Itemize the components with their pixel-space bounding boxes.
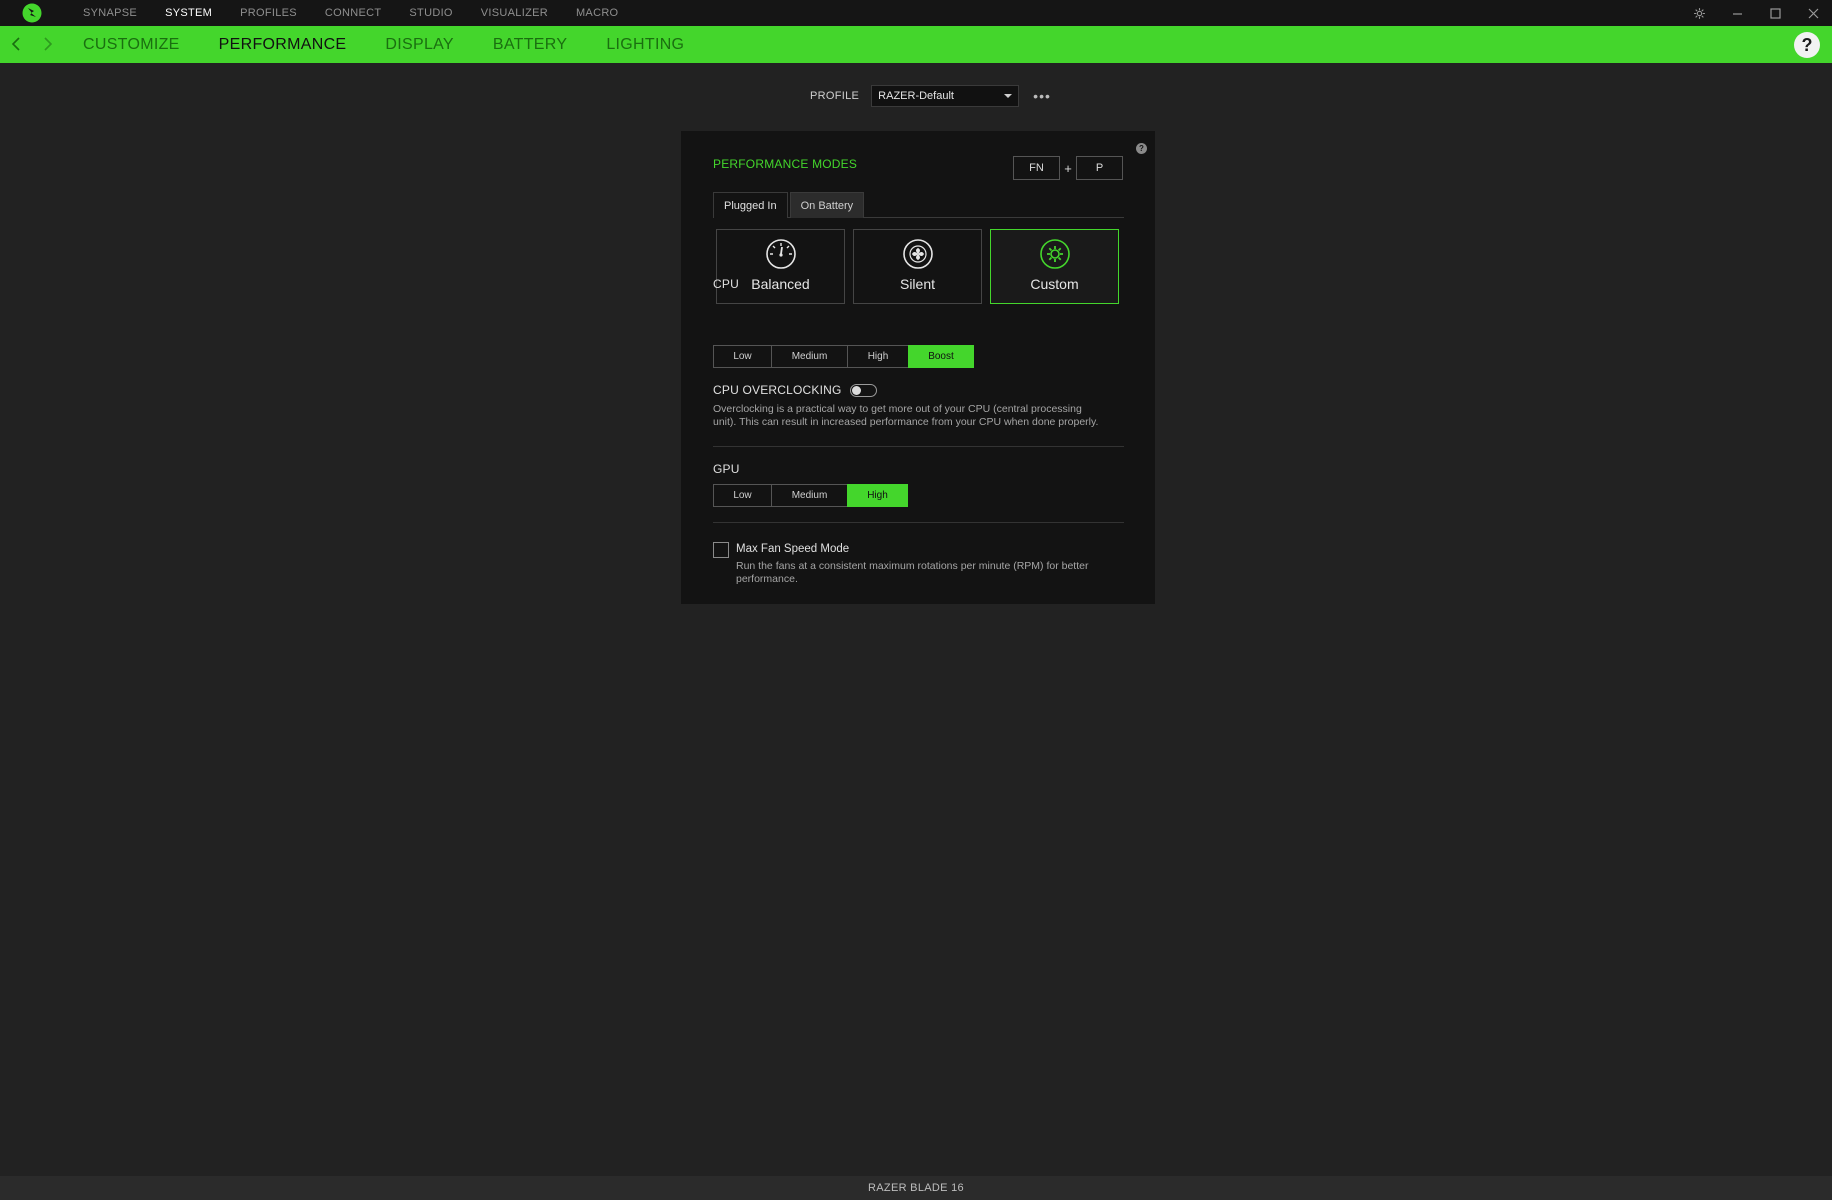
cpu-medium-button[interactable]: Medium [771, 345, 848, 368]
more-options-icon[interactable]: ••• [1033, 88, 1051, 104]
tab-battery[interactable]: BATTERY [493, 36, 567, 54]
profile-dropdown[interactable]: RAZER-Default [871, 85, 1020, 107]
gpu-high-button[interactable]: High [847, 484, 908, 507]
device-footer: RAZER BLADE 16 [0, 1176, 1832, 1200]
tab-performance[interactable]: PERFORMANCE [219, 36, 347, 54]
nav-profiles[interactable]: PROFILES [240, 7, 297, 19]
profile-label: PROFILE [810, 90, 860, 102]
cpu-low-button[interactable]: Low [713, 345, 772, 368]
gear-icon [1039, 239, 1070, 269]
cpu-high-button[interactable]: High [847, 345, 909, 368]
key-p: P [1076, 156, 1123, 180]
max-fan-speed-description: Run the fans at a consistent maximum rot… [736, 560, 1088, 586]
tab-customize[interactable]: CUSTOMIZE [83, 36, 180, 54]
minimize-button[interactable] [1718, 0, 1756, 26]
cpu-overclocking-row: CPU OVERCLOCKING [713, 383, 877, 397]
panel-title: PERFORMANCE MODES [713, 157, 858, 171]
plus-sign: + [1064, 160, 1072, 176]
window-controls [1680, 0, 1832, 26]
gpu-label: GPU [713, 462, 740, 476]
top-nav: SYNAPSE SYSTEM PROFILES CONNECT STUDIO V… [83, 0, 646, 26]
help-icon[interactable]: ? [1794, 32, 1820, 58]
mode-balanced[interactable]: Balanced [716, 229, 845, 304]
chevron-down-icon [1004, 94, 1013, 98]
maximize-button[interactable] [1756, 0, 1794, 26]
minimize-icon [1732, 12, 1742, 15]
panel-help-icon[interactable]: ? [1136, 143, 1147, 154]
fan-desc-line2: performance. [736, 573, 798, 585]
nav-connect[interactable]: CONNECT [325, 7, 382, 19]
mode-silent[interactable]: Silent [853, 229, 982, 304]
device-name: RAZER BLADE 16 [868, 1182, 964, 1194]
performance-panel: ? PERFORMANCE MODES FN + P Plugged In On… [681, 131, 1155, 604]
tab-plugged-in[interactable]: Plugged In [713, 192, 788, 218]
back-arrow-icon[interactable] [8, 35, 26, 53]
cpu-boost-button[interactable]: Boost [908, 345, 974, 368]
tab-lighting[interactable]: LIGHTING [606, 36, 684, 54]
cpu-label: CPU [713, 277, 739, 291]
gpu-level-selector: Low Medium High [713, 484, 908, 507]
shortcut-keys: FN + P [1013, 156, 1123, 180]
sub-tabs: CUSTOMIZE PERFORMANCE DISPLAY BATTERY LI… [83, 26, 723, 63]
power-source-tabs: Plugged In On Battery [713, 192, 1124, 218]
cpu-level-selector: Low Medium High Boost [713, 345, 974, 368]
mode-selector: Balanced Silent Custom [716, 229, 1127, 304]
fan-icon [902, 239, 933, 269]
gauge-icon [765, 239, 796, 269]
max-fan-speed-label: Max Fan Speed Mode [736, 543, 850, 555]
tab-display[interactable]: DISPLAY [385, 36, 454, 54]
overclocking-desc-line2: unit). This can result in increased perf… [713, 416, 1099, 428]
profile-row: PROFILE RAZER-Default ••• [810, 85, 1051, 107]
sub-nav: CUSTOMIZE PERFORMANCE DISPLAY BATTERY LI… [0, 26, 1832, 63]
nav-system[interactable]: SYSTEM [165, 7, 212, 19]
settings-button[interactable] [1680, 0, 1718, 26]
forward-arrow-icon[interactable] [38, 35, 56, 53]
cpu-overclocking-description: Overclocking is a practical way to get m… [713, 403, 1098, 429]
maximize-icon [1769, 7, 1781, 19]
gpu-medium-button[interactable]: Medium [771, 484, 848, 507]
tab-on-battery[interactable]: On Battery [789, 192, 865, 218]
max-fan-speed-checkbox[interactable] [713, 542, 729, 558]
close-icon [1808, 8, 1818, 18]
razer-logo-icon[interactable] [22, 3, 42, 23]
cpu-overclocking-label: CPU OVERCLOCKING [713, 383, 842, 397]
gpu-low-button[interactable]: Low [713, 484, 772, 507]
key-fn: FN [1013, 156, 1060, 180]
cpu-overclocking-toggle[interactable] [849, 383, 877, 397]
mode-custom-label: Custom [1030, 276, 1079, 292]
close-button[interactable] [1794, 0, 1832, 26]
title-bar: SYNAPSE SYSTEM PROFILES CONNECT STUDIO V… [0, 0, 1832, 26]
gear-icon [1693, 7, 1705, 19]
divider [713, 446, 1124, 447]
divider [713, 522, 1124, 523]
mode-silent-label: Silent [899, 276, 936, 292]
nav-studio[interactable]: STUDIO [409, 7, 452, 19]
toggle-knob [851, 385, 861, 395]
overclocking-desc-line1: Overclocking is a practical way to get m… [713, 403, 1082, 415]
nav-synapse[interactable]: SYNAPSE [83, 7, 137, 19]
nav-macro[interactable]: MACRO [576, 7, 618, 19]
nav-visualizer[interactable]: VISUALIZER [481, 7, 548, 19]
profile-selected-value: RAZER-Default [878, 90, 954, 102]
mode-balanced-label: Balanced [751, 276, 810, 292]
fan-desc-line1: Run the fans at a consistent maximum rot… [736, 560, 1089, 572]
mode-custom[interactable]: Custom [990, 229, 1119, 304]
